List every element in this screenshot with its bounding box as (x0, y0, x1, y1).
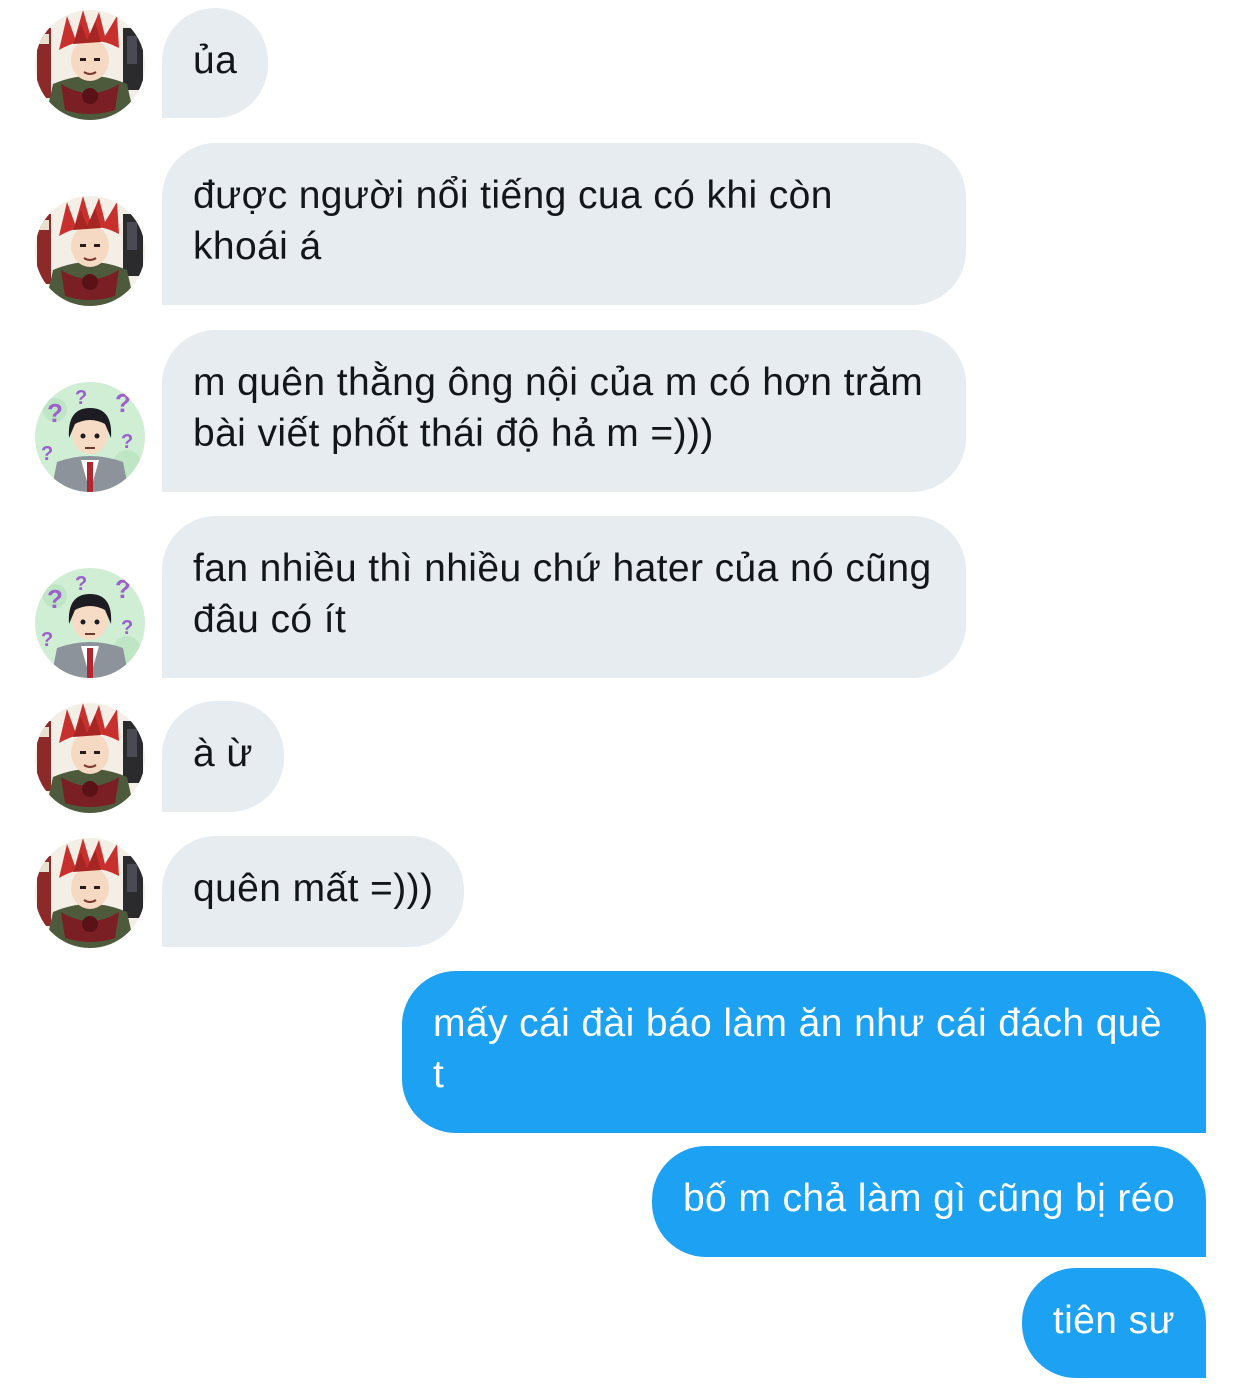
outgoing-message-bubble[interactable]: mấy cái đài báo làm ăn như cái đách què … (402, 971, 1206, 1133)
incoming-message-bubble[interactable]: quên mất =))) (162, 836, 465, 947)
message-text: fan nhiều thì nhiều chứ hater của nó cũn… (193, 547, 932, 641)
incoming-message-bubble[interactable]: à ừ (162, 701, 284, 812)
incoming-message-bubble[interactable]: fan nhiều thì nhiều chứ hater của nó cũn… (162, 516, 966, 678)
avatar-red-hair[interactable] (35, 703, 145, 813)
message-text: mấy cái đài báo làm ăn như cái đách què … (433, 1002, 1162, 1096)
incoming-message-bubble[interactable]: ủa (162, 8, 269, 118)
avatar-red-hair[interactable] (35, 10, 145, 120)
message-text: quên mất =))) (193, 867, 434, 910)
outgoing-message-bubble[interactable]: tiên sư (1021, 1268, 1206, 1378)
incoming-message-bubble[interactable]: m quên thằng ông nội của m có hơn trăm b… (162, 330, 966, 492)
message-text: ủa (193, 39, 238, 82)
incoming-message-bubble[interactable]: được người nổi tiếng cua có khi còn khoá… (162, 143, 966, 305)
message-text: bố m chả làm gì cũng bị réo (682, 1177, 1175, 1220)
avatar-red-hair[interactable] (35, 196, 145, 306)
message-text: tiên sư (1052, 1299, 1175, 1342)
message-text: m quên thằng ông nội của m có hơn trăm b… (193, 361, 924, 455)
message-text: được người nổi tiếng cua có khi còn khoá… (193, 174, 833, 268)
message-text: à ừ (193, 732, 253, 775)
outgoing-message-bubble[interactable]: bố m chả làm gì cũng bị réo (651, 1146, 1206, 1257)
avatar-red-hair[interactable] (35, 838, 145, 948)
avatar-black-hair[interactable] (35, 382, 145, 492)
avatar-black-hair[interactable] (35, 568, 145, 678)
dm-conversation-thread: ủa được người nổi tiếng cua có khi còn k… (0, 0, 1242, 1400)
